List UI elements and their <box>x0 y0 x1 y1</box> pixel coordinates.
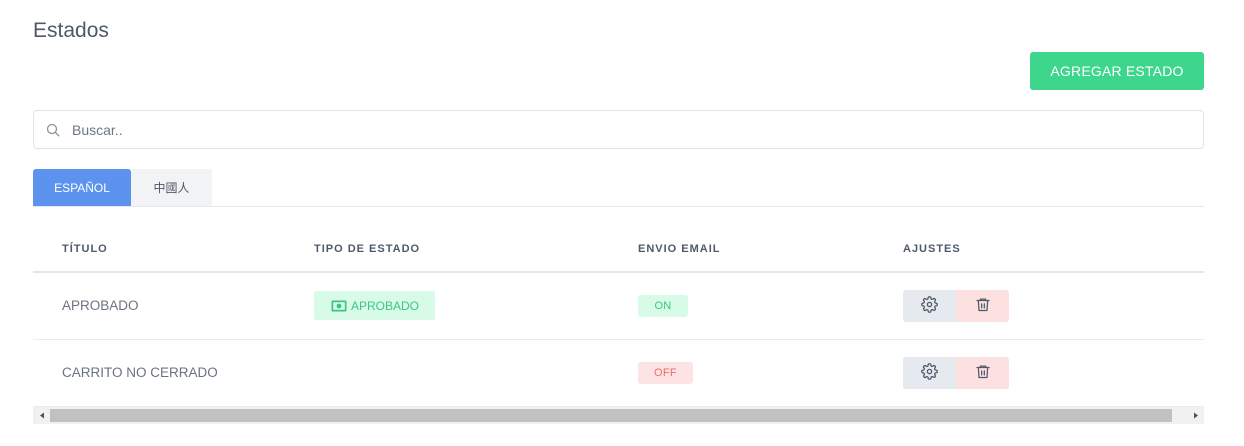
trash-icon <box>975 296 991 316</box>
table-row: APROBADO APROBADO ON <box>33 272 1204 340</box>
tab-espanol[interactable]: ESPAÑOL <box>33 169 131 206</box>
state-type-label: APROBADO <box>351 298 420 313</box>
search-box[interactable] <box>33 110 1204 149</box>
scroll-left-arrow-icon[interactable] <box>33 407 50 424</box>
search-input[interactable] <box>72 111 1203 148</box>
row-actions <box>903 289 1204 322</box>
row-title: CARRITO NO CERRADO <box>33 339 314 407</box>
horizontal-scrollbar[interactable] <box>33 407 1204 424</box>
column-header-settings: AJUSTES <box>903 226 1204 273</box>
scrollbar-thumb[interactable] <box>50 409 1172 422</box>
settings-button[interactable] <box>903 356 956 389</box>
gear-icon <box>921 362 938 383</box>
row-actions <box>903 356 1204 389</box>
scroll-right-arrow-icon[interactable] <box>1187 407 1204 424</box>
cash-icon <box>331 300 347 312</box>
scrollbar-track[interactable] <box>50 407 1187 424</box>
trash-icon <box>975 363 991 383</box>
search-icon <box>46 122 62 138</box>
table-header-row: TÍTULO TIPO DE ESTADO ENVIO EMAIL AJUSTE… <box>33 226 1204 273</box>
table-row: CARRITO NO CERRADO OFF <box>33 339 1204 407</box>
delete-button[interactable] <box>956 356 1009 389</box>
email-status-badge: ON <box>638 294 688 317</box>
column-header-type: TIPO DE ESTADO <box>314 226 638 273</box>
add-state-button[interactable]: AGREGAR ESTADO <box>1030 52 1204 90</box>
state-type-badge: APROBADO <box>314 291 436 321</box>
delete-button[interactable] <box>956 289 1009 322</box>
states-table: TÍTULO TIPO DE ESTADO ENVIO EMAIL AJUSTE… <box>33 226 1204 407</box>
email-status-badge: OFF <box>638 361 693 384</box>
column-header-title: TÍTULO <box>33 226 314 273</box>
page-title: Estados <box>33 19 109 42</box>
settings-button[interactable] <box>903 289 956 322</box>
row-title: APROBADO <box>33 272 314 340</box>
language-tabs: ESPAÑOL 中國人 <box>33 169 1204 207</box>
column-header-email: ENVIO EMAIL <box>638 226 903 273</box>
tab-chinese[interactable]: 中國人 <box>131 169 212 206</box>
gear-icon <box>921 295 938 316</box>
state-type-cell <box>314 339 638 407</box>
